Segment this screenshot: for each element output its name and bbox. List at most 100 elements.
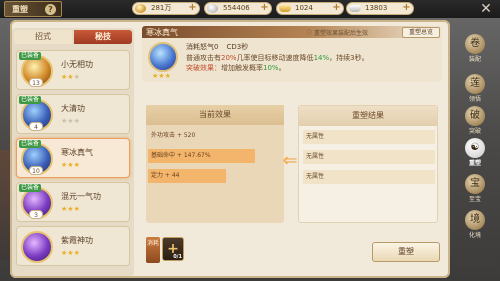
reshape-results-header: 重塑结果 xyxy=(299,106,437,126)
currency-value: 554406 xyxy=(223,4,250,12)
info-icon: ⓘ xyxy=(306,30,313,37)
desc-text: 。 xyxy=(278,64,286,72)
desc-highlight: 突破效果： xyxy=(186,64,221,72)
star-rating: ★★★ xyxy=(61,161,80,169)
currency-value: 1024 xyxy=(295,4,313,12)
star-icon: ★ xyxy=(73,161,80,169)
star-icon: ★ xyxy=(73,205,80,213)
add-currency-button[interactable]: + xyxy=(187,3,198,14)
add-currency-button[interactable]: + xyxy=(401,3,412,14)
desc-text: 增加触发概率 xyxy=(221,64,263,72)
reshape-tip-text: 重塑效果装配后生效 xyxy=(313,30,368,37)
tab-bar: 招式 秘技 xyxy=(14,30,132,44)
desc-text: ，持续3秒。 xyxy=(329,54,369,62)
skill-name: 紫霞神功 xyxy=(61,236,93,245)
silver-coin-icon xyxy=(207,4,218,13)
detail-header xyxy=(142,26,442,38)
tab-moves[interactable]: 招式 xyxy=(14,30,72,44)
desc-highlight: 10% xyxy=(263,64,279,72)
equipped-badge: 已装备 xyxy=(19,96,42,104)
skill-detail: 寒冰真气 ⓘ 重塑效果装配后生效 重塑总览 ★★★ 消耗怒气0 CD3秒 普通攻击… xyxy=(142,26,442,82)
skill-name: 混元一气功 xyxy=(61,192,101,201)
nav-label: 领悟 xyxy=(468,96,481,103)
page-title: 重塑 xyxy=(12,5,28,14)
side-nav: 卷 装配 莲 领悟 破 突破 ☯ 重塑 宝 至宝 境 化境 xyxy=(452,20,498,281)
star-rating: ★★★ xyxy=(61,205,80,213)
currency-silver-coin: 554406 + xyxy=(204,2,272,15)
desc-text: 几率使目标移动速度降低 xyxy=(236,54,314,62)
skill-level: 3 xyxy=(29,210,43,219)
help-icon[interactable]: ? xyxy=(45,4,56,15)
skill-description: 普通攻击有20%几率使目标移动速度降低14%，持续3秒。 xyxy=(186,53,369,63)
reshape-button[interactable]: 重塑 xyxy=(372,242,440,262)
nav-label: 重塑 xyxy=(468,160,481,167)
mountain-icon: 境 xyxy=(465,210,485,230)
effect-text: 基础命中 + 147.67% xyxy=(151,152,211,159)
equipped-badge: 已装备 xyxy=(19,52,42,60)
star-icon: ★ xyxy=(73,249,80,257)
gold-coin-icon xyxy=(135,4,146,13)
reshape-overview-button[interactable]: 重塑总览 xyxy=(402,27,440,38)
breakthrough-icon: 破 xyxy=(465,106,485,126)
nav-label: 突破 xyxy=(468,128,481,135)
scroll-icon: 卷 xyxy=(465,34,485,54)
skill-item-selected[interactable]: 已装备 10 寒冰真气 ★★★ xyxy=(16,138,130,178)
nav-item-comprehend[interactable]: 莲 领悟 xyxy=(458,72,492,108)
star-rating: ★★★ xyxy=(61,249,80,257)
nav-item-transcend[interactable]: 境 化境 xyxy=(458,208,492,244)
cost-label: 消耗 xyxy=(146,237,160,263)
skill-level: 10 xyxy=(29,166,43,175)
tab-secret-arts[interactable]: 秘技 xyxy=(74,30,132,44)
star-icon: ★ xyxy=(73,117,80,125)
effect-row: 外功攻击 + 520 xyxy=(148,129,282,143)
material-count: 0/1 xyxy=(173,254,182,260)
effect-text: 定力 + 44 xyxy=(151,172,180,179)
currency-gold-ingot: 1024 + xyxy=(276,2,344,15)
yin-yang-icon: ☯ xyxy=(465,138,485,158)
material-slot[interactable]: + 0/1 xyxy=(162,237,184,261)
skill-item[interactable]: 已装备 3 混元一气功 ★★★ xyxy=(16,182,130,222)
skill-meta: 消耗怒气0 CD3秒 xyxy=(186,42,248,52)
star-rating: ★★★ xyxy=(152,72,171,80)
equipped-badge: 已装备 xyxy=(19,184,42,192)
skill-item[interactable]: 紫霞神功 ★★★ xyxy=(16,226,130,266)
currency-gold-coin: 281万 + xyxy=(132,2,200,15)
skill-book-icon xyxy=(21,231,53,263)
star-rating: ★★★ xyxy=(61,73,80,81)
add-currency-button[interactable]: + xyxy=(259,3,270,14)
skill-level: 13 xyxy=(29,78,43,87)
effect-row: 定力 + 44 xyxy=(148,169,282,183)
effect-text: 外功攻击 + 520 xyxy=(151,132,196,139)
effect-row: 基础命中 + 147.67% xyxy=(148,149,282,163)
desc-highlight: 14% xyxy=(313,54,330,62)
close-button[interactable]: ✕ xyxy=(478,1,494,17)
reshape-tip: ⓘ 重塑效果装配后生效 xyxy=(306,28,368,37)
skill-item[interactable]: 已装备 4 大清功 ★★★ xyxy=(16,94,130,134)
lotus-icon: 莲 xyxy=(465,74,485,94)
desc-text: 普通攻击有 xyxy=(186,54,221,62)
nav-label: 至宝 xyxy=(468,196,481,203)
nav-item-breakthrough[interactable]: 破 突破 xyxy=(458,104,492,140)
star-rating: ★★★ xyxy=(61,117,80,125)
currency-value: 281万 xyxy=(151,4,172,12)
result-row: 无属性 xyxy=(303,170,435,184)
currency-value: 13803 xyxy=(365,4,388,12)
desc-highlight: 20% xyxy=(221,54,237,62)
nav-item-reshape[interactable]: ☯ 重塑 xyxy=(458,136,492,172)
title-plate: 重塑 ? xyxy=(4,1,62,17)
nav-item-treasure[interactable]: 宝 至宝 xyxy=(458,172,492,208)
star-icon: ★ xyxy=(164,72,171,80)
equipped-badge: 已装备 xyxy=(19,140,42,148)
breakthrough-description: 突破效果：增加触发概率10%。 xyxy=(186,63,286,73)
skill-level: 4 xyxy=(29,122,43,131)
add-currency-button[interactable]: + xyxy=(331,3,342,14)
silver-ingot-icon xyxy=(349,5,361,12)
reshape-results-panel: 重塑结果 无属性 无属性 无属性 xyxy=(298,105,438,223)
currency-silver-ingot: 13803 + xyxy=(346,2,414,15)
detail-title: 寒冰真气 xyxy=(146,28,178,37)
star-icon: ★ xyxy=(73,73,80,81)
skill-item[interactable]: 已装备 13 小无相功 ★★★ xyxy=(16,50,130,90)
nav-item-equip[interactable]: 卷 装配 xyxy=(458,32,492,68)
nav-label: 化境 xyxy=(468,232,481,239)
skill-name: 大清功 xyxy=(61,104,85,113)
